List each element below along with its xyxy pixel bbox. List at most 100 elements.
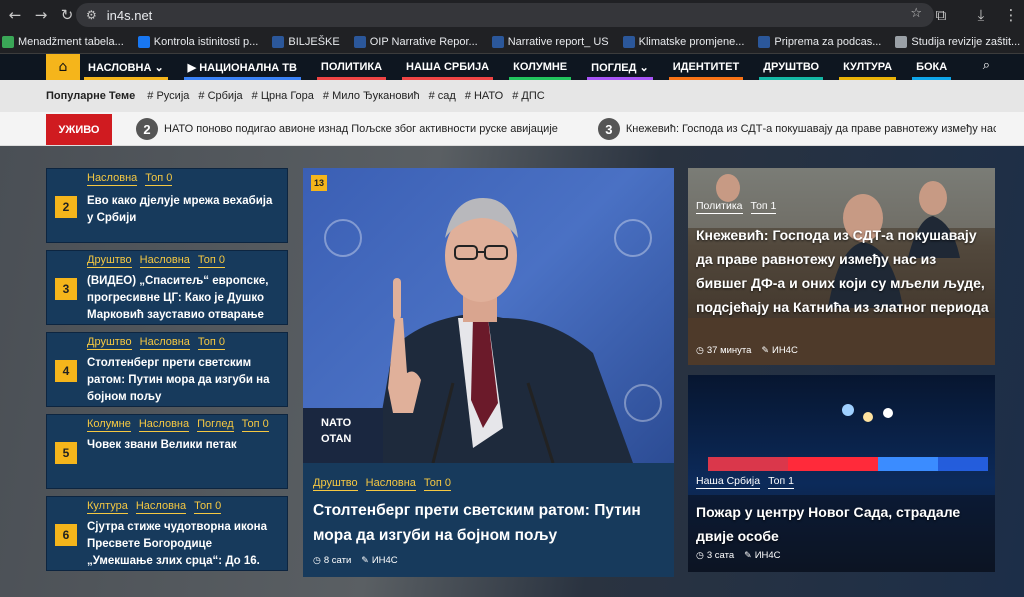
right-2-time: 3 сата (706, 550, 735, 561)
clock-icon: ◷ (696, 345, 704, 356)
category-link[interactable]: Топ 0 (423, 477, 452, 491)
nav-item[interactable]: КУЛТУРА (839, 54, 897, 80)
bookmark-item[interactable]: BILJEŠKE (272, 35, 340, 48)
right-1-author[interactable]: ИН4С (772, 345, 798, 356)
category-link[interactable]: Насловна (139, 254, 190, 268)
ticker-headline[interactable]: НАТО поново подигао авионе изнад Пољске … (164, 123, 558, 135)
category-link[interactable]: Насловна (139, 336, 190, 350)
category-link[interactable]: Друштво (87, 336, 132, 350)
nav-item[interactable]: БОКА (912, 54, 952, 80)
category-link[interactable]: Политика (696, 200, 743, 214)
category-link[interactable]: Култура (87, 500, 128, 514)
category-link[interactable]: Топ 1 (768, 475, 794, 489)
card-title[interactable]: Ево како дјелује мрежа вехабија у Србији (87, 193, 279, 227)
menu-dots-icon[interactable]: ⋮ (998, 2, 1024, 28)
bookmark-favicon-icon (353, 35, 366, 48)
featured-title[interactable]: Столтенберг прети светским ратом: Путин … (313, 498, 664, 548)
right-article-2[interactable]: Наша Србија Топ 1 Пожар у центру Новог Са… (688, 375, 995, 572)
category-link[interactable]: Топ 0 (197, 336, 226, 350)
bookmark-star-icon[interactable]: ☆ (910, 6, 922, 21)
right-2-author[interactable]: ИН4С (755, 550, 781, 561)
popular-tag[interactable]: # ДПС (512, 90, 544, 102)
stoltenberg-photo: NATO OTAN (303, 198, 662, 463)
bookmark-item[interactable]: Narrative report_ US (491, 35, 609, 48)
forward-arrow-icon[interactable]: → (28, 2, 54, 28)
edit-icon: ✎ (361, 555, 369, 566)
nav-menu: НАСЛОВНА ⌄ ▶ НАЦИОНАЛНА ТВ ПОЛИТИКА НАША СР… (84, 54, 971, 80)
home-icon[interactable]: ⌂ (46, 54, 80, 80)
bookmark-item[interactable]: OIP Narrative Repor... (353, 35, 478, 48)
category-link[interactable]: Поглед (197, 418, 234, 432)
category-link[interactable]: Колумне (87, 418, 131, 432)
download-icon[interactable]: ⤓ (968, 2, 994, 28)
bookmark-label: Studija revizije zaštit... (911, 35, 1021, 48)
extensions-icon[interactable]: ⧉ (928, 2, 954, 28)
comment-count-badge: 13 (311, 175, 327, 191)
back-arrow-icon[interactable]: ← (2, 2, 28, 28)
left-article-card[interactable]: 2 Насловна Топ 0 Ево како дјелује мрежа вех… (46, 168, 288, 243)
popular-tag[interactable]: # НАТО (465, 90, 503, 102)
right-article-1[interactable]: Политика Топ 1 Кнежевић: Господа из СДТ-а… (688, 168, 995, 365)
nav-item[interactable]: ИДЕНТИТЕТ (668, 54, 744, 80)
category-link[interactable]: Топ 0 (197, 254, 226, 268)
card-title[interactable]: Сјутра стиже чудотворна икона Пресвете Б… (87, 519, 279, 570)
url-text: in4s.net (106, 7, 153, 23)
category-link[interactable]: Друштво (313, 477, 358, 491)
bookmark-favicon-icon (137, 35, 150, 48)
left-article-card[interactable]: 5 Колумне Насловна Поглед Топ 0 Човек звани В… (46, 414, 288, 489)
ticker-headline[interactable]: Кнежевић: Господа из СДТ-а покушавају да… (626, 123, 996, 135)
nav-item[interactable]: ▶ НАЦИОНАЛНА ТВ (183, 54, 302, 80)
card-title[interactable]: Човек звани Велики петак (87, 437, 279, 454)
left-article-card[interactable]: 6 Култура Насловна Топ 0 Сјутра стиже чудотв… (46, 496, 288, 571)
featured-article[interactable]: NATO OTAN 13 Друштво Насловна Топ 0 Столте… (303, 168, 674, 577)
category-link[interactable]: Насловна (87, 172, 138, 186)
bookmark-item[interactable]: Menadžment tabela... (2, 35, 124, 48)
site-info-icon[interactable]: ⚙ (86, 8, 97, 22)
bookmark-item[interactable]: Studija revizije zaštit... (895, 35, 1021, 48)
nav-item[interactable]: КОЛУМНЕ (509, 54, 572, 80)
bookmark-item[interactable]: Klimatske promjene... (622, 35, 744, 48)
popular-tag[interactable]: # Мило Ђукановић (323, 90, 420, 102)
bookmark-label: BILJEŠKE (288, 35, 340, 48)
card-title[interactable]: Столтенберг прети светским ратом: Путин … (87, 355, 279, 406)
right-1-meta: ◷ 37 минута ✎ ИН4С (696, 345, 808, 356)
bookmark-label: Kontrola istinitosti p... (153, 35, 259, 48)
nav-item[interactable]: ПОГЛЕД ⌄ (587, 54, 653, 80)
live-badge: УЖИВО (46, 114, 112, 145)
rank-number: 2 (55, 195, 77, 218)
category-link[interactable]: Насловна (138, 418, 190, 432)
popular-tag[interactable]: # Србија (198, 90, 242, 102)
popular-tag[interactable]: # Русија (147, 90, 189, 102)
bookmark-item[interactable]: Priprema za podcas... (758, 35, 881, 48)
address-bar[interactable]: ⚙ in4s.net ☆ (76, 3, 934, 27)
featured-author[interactable]: ИН4С (372, 555, 398, 566)
nav-item[interactable]: ДРУШТВО (759, 54, 823, 80)
nav-item[interactable]: НАСЛОВНА ⌄ (84, 54, 168, 80)
card-title[interactable]: (ВИДЕО) „Спаситељ“ европске, прогресивне… (87, 273, 279, 324)
popular-topics-bar: Популарне Теме # Русија # Србија # Црна Го… (0, 80, 1024, 112)
card-categories: Насловна Топ 0 (87, 172, 180, 186)
category-link[interactable]: Топ 0 (145, 172, 173, 186)
main-nav: ⌂ НАСЛОВНА ⌄ ▶ НАЦИОНАЛНА ТВ ПОЛИТИКА НАША … (0, 54, 1024, 80)
clock-icon: ◷ (696, 550, 704, 561)
nav-item[interactable]: ПОЛИТИКА (316, 54, 387, 80)
category-link[interactable]: Насловна (135, 500, 187, 514)
bookmark-item[interactable]: Kontrola istinitosti p... (137, 35, 259, 48)
category-link[interactable]: Друштво (87, 254, 132, 268)
left-article-card[interactable]: 3 Друштво Насловна Топ 0 (ВИДЕО) „Спаситељ“ … (46, 250, 288, 325)
search-icon[interactable]: ⌕ (983, 58, 990, 73)
category-link[interactable]: Наша Србија (696, 475, 761, 489)
card-categories: Друштво Насловна Топ 0 (87, 336, 233, 350)
right-1-title[interactable]: Кнежевић: Господа из СДТ-а покушавају да… (696, 223, 989, 319)
rank-number: 4 (55, 359, 77, 382)
category-link[interactable]: Топ 1 (750, 200, 777, 214)
right-2-title[interactable]: Пожар у центру Новог Сада, страдале двиј… (696, 500, 989, 548)
nav-item[interactable]: НАША СРБИЈА (402, 54, 494, 80)
category-link[interactable]: Насловна (365, 477, 416, 491)
popular-tag[interactable]: # сад (429, 90, 456, 102)
popular-tag[interactable]: # Црна Гора (252, 90, 314, 102)
category-link[interactable]: Топ 0 (194, 500, 222, 514)
left-article-card[interactable]: 4 Друштво Насловна Топ 0 Столтенберг прети с… (46, 332, 288, 407)
category-link[interactable]: Топ 0 (241, 418, 269, 432)
featured-photo: NATO OTAN 13 (303, 168, 674, 463)
